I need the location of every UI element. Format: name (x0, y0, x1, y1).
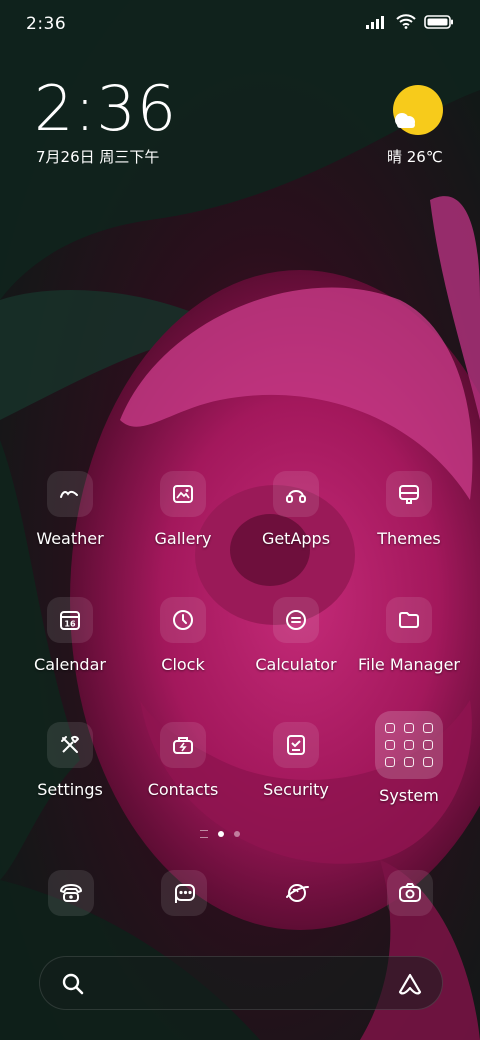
status-time: 2:36 (26, 14, 67, 34)
app-clock[interactable]: Clock (127, 597, 239, 674)
page-indicator-menu-icon (200, 830, 208, 838)
app-label: Settings (37, 780, 103, 799)
app-gallery[interactable]: Gallery (127, 471, 239, 548)
camera-icon (399, 883, 421, 902)
app-contacts[interactable]: Contacts (127, 722, 239, 799)
app-themes[interactable]: Themes (353, 471, 465, 548)
app-security[interactable]: Security (240, 722, 352, 799)
system-folder-icon (375, 711, 443, 779)
app-label: Themes (377, 529, 441, 548)
app-label: System (379, 786, 439, 805)
assistant-icon[interactable] (396, 971, 424, 997)
messages-icon (175, 884, 195, 903)
app-calculator[interactable]: Calculator (240, 597, 352, 674)
app-file-manager[interactable]: File Manager (353, 597, 465, 674)
app-label: Clock (161, 655, 205, 674)
dock-camera[interactable] (387, 870, 433, 916)
app-system-folder[interactable]: System (353, 711, 465, 805)
settings-icon (61, 735, 79, 753)
folder-icon (399, 612, 419, 628)
calculator-icon (286, 610, 306, 630)
search-bar[interactable] (39, 956, 443, 1010)
status-bar: 2:36 (0, 0, 480, 48)
app-label: Contacts (147, 780, 219, 799)
security-icon (287, 735, 305, 755)
app-label: GetApps (261, 529, 331, 548)
phone-icon (60, 884, 82, 902)
wifi-icon (396, 14, 416, 29)
app-label: Weather (36, 529, 104, 548)
weather-widget-text[interactable]: 晴 26℃ (387, 146, 443, 167)
app-label: File Manager (358, 655, 460, 674)
search-icon[interactable] (61, 972, 85, 996)
app-weather[interactable]: Weather (14, 471, 126, 548)
partly-sunny-icon[interactable] (392, 84, 444, 136)
app-calendar[interactable]: 16 Calendar (14, 597, 126, 674)
app-getapps[interactable]: GetApps (240, 471, 352, 548)
weather-icon (60, 490, 78, 498)
app-label: Calendar (34, 655, 106, 674)
page-indicator[interactable] (200, 830, 240, 838)
themes-icon (399, 485, 419, 504)
calendar-icon: 16 (60, 611, 80, 630)
clock-widget-date[interactable]: 7月26日 周三下午 (36, 146, 159, 167)
signal-icon (366, 15, 384, 29)
getapps-icon (286, 490, 306, 503)
app-settings[interactable]: Settings (14, 722, 126, 799)
dock-phone[interactable] (48, 870, 94, 916)
clock-icon (173, 610, 193, 630)
contacts-icon (173, 737, 193, 754)
page-dot-1[interactable] (218, 831, 224, 837)
app-label: Gallery (154, 529, 212, 548)
battery-icon (424, 14, 453, 29)
gallery-icon (173, 485, 193, 503)
browser-icon[interactable] (284, 881, 310, 905)
page-dot-2[interactable] (234, 831, 240, 837)
dock-browser (274, 870, 320, 916)
calendar-badge: 16 (64, 620, 76, 629)
status-icons (366, 14, 454, 29)
dock-messages[interactable] (161, 870, 207, 916)
app-label: Security (263, 780, 329, 799)
clock-widget-time[interactable]: 2:36 (34, 74, 177, 144)
app-label: Calculator (255, 655, 337, 674)
